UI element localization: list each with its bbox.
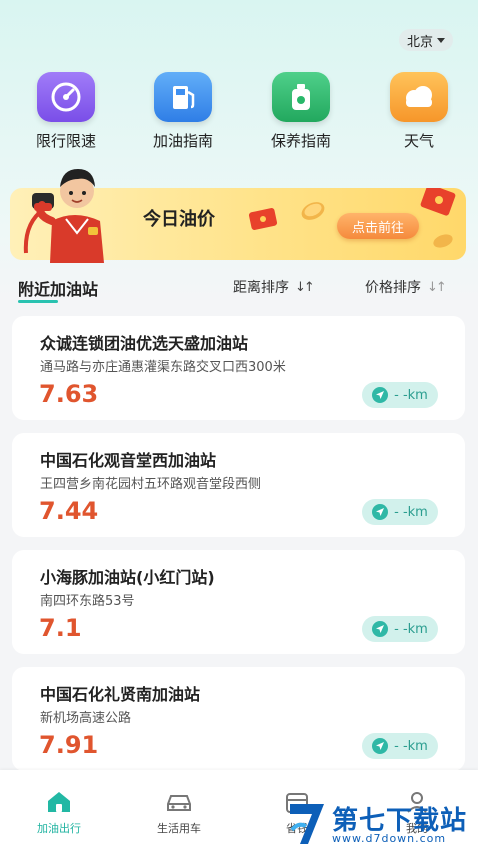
watermark-url: www.d7down.com — [332, 832, 447, 845]
navigation-arrow-icon — [372, 738, 389, 754]
station-price: 7.63 — [39, 380, 99, 408]
station-address: 王四营乡南花园村五环路观音堂段西侧 — [40, 477, 262, 492]
tab-nearby-stations[interactable]: 附近加油站 — [18, 276, 98, 300]
coin-icon — [301, 202, 325, 220]
sort-by-distance-button[interactable]: 距离排序 ↓↑ — [233, 277, 315, 297]
station-distance: - -km — [394, 387, 428, 403]
station-card[interactable]: 中国石化观音堂西加油站 王四营乡南花园村五环路观音堂段西侧 7.44 - -km — [12, 433, 465, 537]
station-distance: - -km — [394, 504, 428, 520]
quick-nav: 限行限速 加油指南 保养指南 天气 — [0, 72, 478, 152]
oil-bottle-icon — [272, 72, 330, 122]
banner-title: 今日油价 — [143, 209, 215, 230]
red-envelope-icon — [420, 188, 456, 216]
navigation-arrow-icon — [372, 504, 389, 520]
station-name: 中国石化礼贤南加油站 — [40, 685, 201, 704]
station-name: 众诚连锁团油优选天盛加油站 — [40, 334, 249, 353]
sort-by-price-button[interactable]: 价格排序 ↓↑ — [365, 277, 447, 297]
speedometer-icon — [37, 72, 95, 122]
watermark-logo-icon — [290, 804, 324, 844]
bottom-tab-fuel-travel[interactable]: 加油出行 — [14, 790, 104, 836]
sort-arrows-icon: ↓↑ — [427, 279, 447, 295]
quick-item-weather[interactable]: 天气 — [374, 72, 464, 151]
sort-arrows-icon: ↓↑ — [295, 279, 315, 295]
quick-label: 保养指南 — [270, 132, 331, 150]
mascot-attendant-illustration — [23, 169, 104, 263]
go-to-button[interactable]: 点击前往 — [337, 213, 419, 239]
bottom-tab-label: 生活用车 — [157, 822, 201, 835]
station-distance: - -km — [394, 738, 428, 754]
coin-icon — [433, 234, 453, 248]
quick-label: 天气 — [403, 132, 434, 150]
station-card[interactable]: 小海豚加油站(小红门站) 南四环东路53号 7.1 - -km — [12, 550, 465, 654]
sort-price-label: 价格排序 — [365, 280, 421, 296]
tab-underline — [18, 300, 58, 303]
red-envelope-icon — [248, 208, 278, 230]
navigate-button[interactable]: - -km — [362, 733, 438, 759]
bottom-tab-label: 加油出行 — [37, 822, 81, 835]
car-icon — [167, 795, 191, 811]
quick-label: 加油指南 — [152, 132, 213, 150]
station-address: 新机场高速公路 — [40, 711, 132, 726]
station-address: 南四环东路53号 — [40, 594, 135, 609]
navigate-button[interactable]: - -km — [362, 499, 438, 525]
station-price: 7.44 — [39, 497, 99, 525]
bottom-tab-car-life[interactable]: 生活用车 — [134, 790, 224, 836]
caret-down-icon — [437, 37, 445, 43]
fuel-pump-icon — [154, 72, 212, 122]
station-card[interactable]: 中国石化礼贤南加油站 新机场高速公路 7.91 - -km — [12, 667, 465, 771]
city-label: 北京 — [406, 34, 433, 50]
site-watermark: 第七下载站 www.d7down.com — [286, 796, 478, 850]
station-address: 通马路与亦庄通惠灌渠东路交叉口西300米 — [40, 360, 286, 375]
quick-item-fuel-guide[interactable]: 加油指南 — [138, 72, 228, 151]
weather-cloud-icon — [390, 72, 448, 122]
quick-label: 限行限速 — [35, 132, 96, 150]
quick-item-speed-limit[interactable]: 限行限速 — [21, 72, 111, 151]
navigate-button[interactable]: - -km — [362, 616, 438, 642]
station-name: 中国石化观音堂西加油站 — [40, 451, 217, 470]
list-header: 附近加油站 距离排序 ↓↑ 价格排序 ↓↑ — [0, 273, 478, 307]
city-selector[interactable]: 北京 — [398, 29, 453, 51]
station-price: 7.1 — [39, 614, 82, 642]
navigation-arrow-icon — [372, 387, 389, 403]
navigate-button[interactable]: - -km — [362, 382, 438, 408]
station-distance: - -km — [394, 621, 428, 637]
home-icon — [48, 792, 70, 812]
station-card[interactable]: 众诚连锁团油优选天盛加油站 通马路与亦庄通惠灌渠东路交叉口西300米 7.63 … — [12, 316, 465, 420]
navigation-arrow-icon — [372, 621, 389, 637]
station-price: 7.91 — [39, 731, 99, 759]
station-name: 小海豚加油站(小红门站) — [40, 568, 215, 587]
sort-distance-label: 距离排序 — [233, 280, 289, 296]
quick-item-maintenance[interactable]: 保养指南 — [256, 72, 346, 151]
